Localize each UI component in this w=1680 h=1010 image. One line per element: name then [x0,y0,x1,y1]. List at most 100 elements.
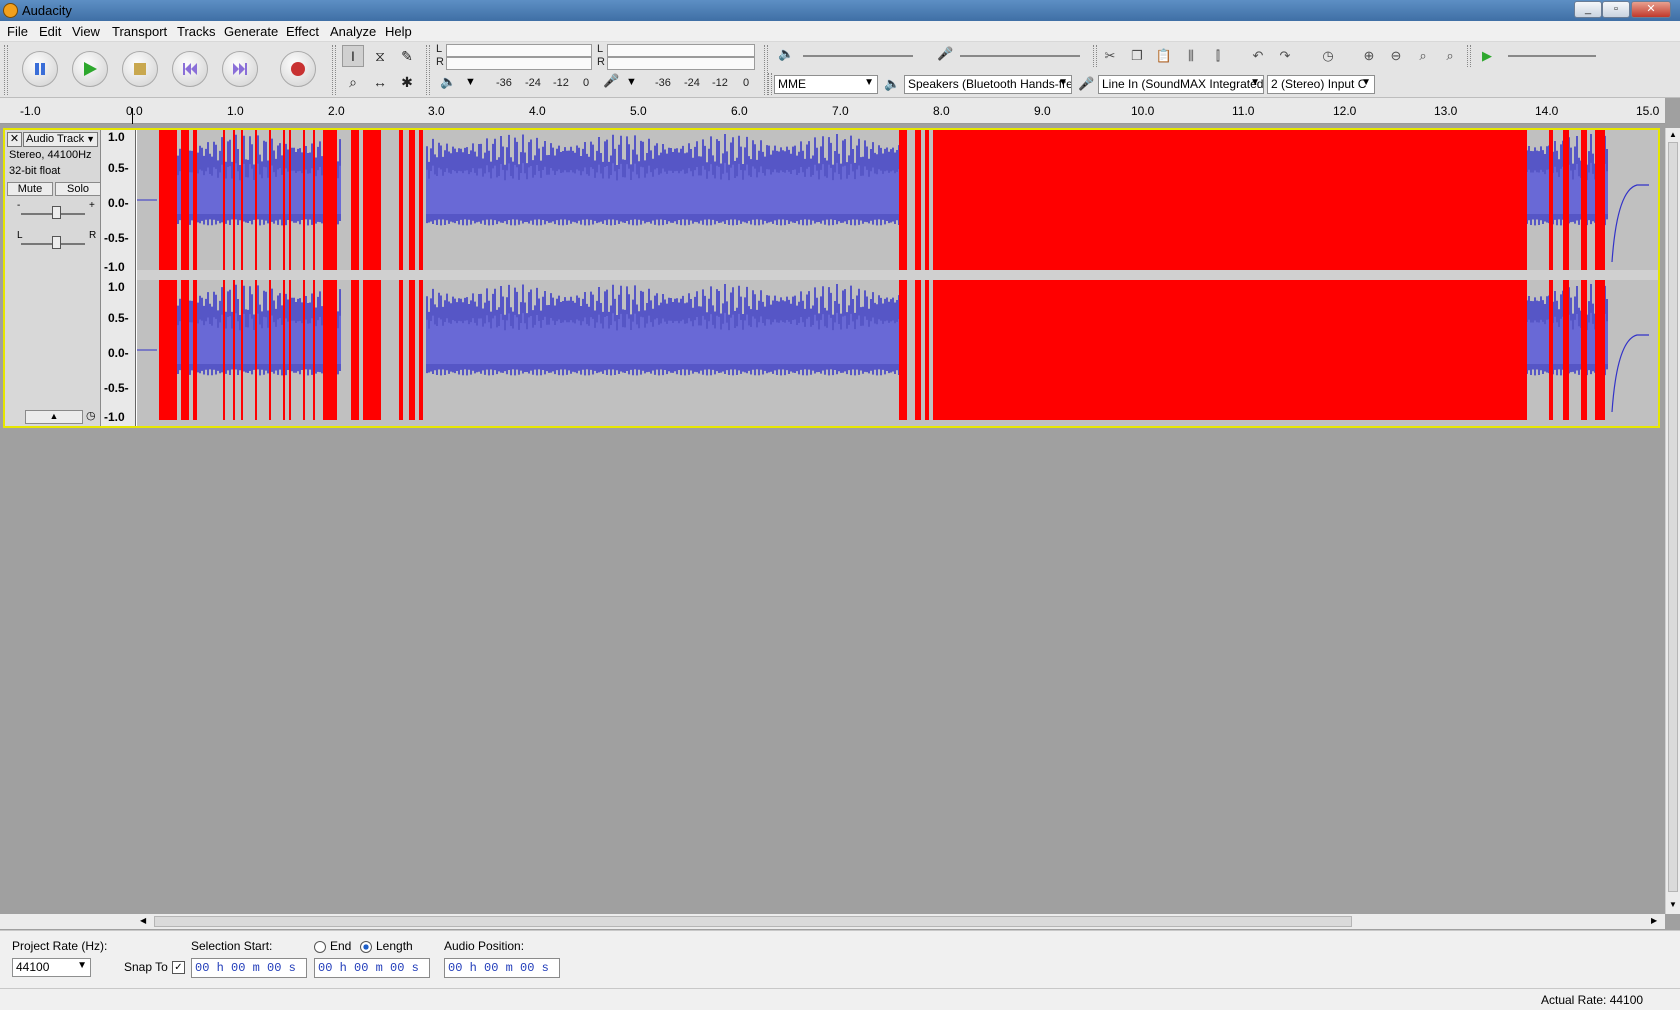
playback-meter-right[interactable] [446,57,592,70]
timeline-ruler[interactable]: -1.0 0.0 1.0 2.0 3.0 4.0 5.0 6.0 7.0 8.0… [0,98,1665,124]
solo-button[interactable]: Solo [55,182,101,196]
trim-button[interactable]: ⫼ [1180,45,1202,67]
menu-view[interactable]: View [72,24,100,39]
ruler-label: 8.0 [933,104,950,118]
clipping-region [323,280,337,420]
vertical-scrollbar[interactable]: ▲ ▼ [1665,128,1680,914]
record-meter-left[interactable] [607,44,755,57]
track-menu-button[interactable]: Audio Track ▼ [23,132,98,147]
play-button[interactable] [72,51,108,87]
project-rate-select[interactable]: 44100 ▼ [12,958,91,977]
play-at-speed-button[interactable]: ▶ [1476,45,1498,67]
output-volume-slider[interactable] [803,55,913,57]
menu-analyze[interactable]: Analyze [330,24,376,39]
menu-generate[interactable]: Generate [224,24,278,39]
ruler-label: 10.0 [1131,104,1155,118]
scroll-left-icon[interactable]: ◀ [140,916,146,925]
pause-button[interactable] [22,51,58,87]
output-device-select[interactable]: Speakers (Bluetooth Hands-fre ▼ [904,75,1072,94]
scroll-right-icon[interactable]: ▶ [1651,916,1657,925]
waveform-display[interactable] [137,130,1658,426]
selection-tool-button[interactable]: I [342,45,364,67]
menu-transport[interactable]: Transport [112,24,167,39]
redo-button[interactable]: ↷ [1274,45,1296,67]
pan-slider-thumb[interactable] [52,236,61,249]
playhead-marker[interactable] [132,108,133,124]
sync-lock-button[interactable]: ◷ [1317,45,1339,67]
audio-host-select[interactable]: MME ▼ [774,75,878,94]
chevron-down-icon: ▼ [1250,77,1260,88]
selection-start-time[interactable]: 00 h 00 m 00 s [191,958,307,978]
clipping-region [159,280,177,420]
skip-to-end-button[interactable] [222,51,258,87]
toolbar-grip[interactable] [1093,45,1097,67]
minimize-button[interactable]: _ [1574,1,1602,18]
output-volume-icon: 🔈 [778,46,795,61]
ruler-label: 0.0 [126,104,143,118]
audio-track[interactable]: ✕ Audio Track ▼ Stereo, 44100Hz 32-bit fl… [3,128,1660,428]
copy-button[interactable]: ❐ [1126,45,1148,67]
maximize-button[interactable]: ▫ [1602,1,1630,18]
input-device-select[interactable]: Line In (SoundMAX Integrated ▼ [1098,75,1264,94]
playback-meter-left[interactable] [446,44,592,57]
record-meter-right[interactable] [607,57,755,70]
menu-help[interactable]: Help [385,24,412,39]
chevron-down-icon: ▼ [86,134,95,144]
mute-button[interactable]: Mute [7,182,53,196]
gain-slider-thumb[interactable] [52,206,61,219]
input-volume-slider[interactable] [960,55,1080,57]
scroll-down-icon[interactable]: ▼ [1669,900,1677,909]
skip-to-start-button[interactable] [172,51,208,87]
record-meter-menu-arrow[interactable]: ▼ [626,76,637,88]
fit-selection-button[interactable]: ⌕ [1412,45,1434,67]
selection-length-time[interactable]: 00 h 00 m 00 s [314,958,430,978]
paste-button[interactable]: 📋 [1153,45,1175,67]
draw-tool-button[interactable]: ✎ [396,45,418,67]
menu-effect[interactable]: Effect [286,24,319,39]
collapse-track-button[interactable]: ▲ [25,410,83,424]
silence-button[interactable]: ⫿ [1207,45,1229,67]
toolbar-grip[interactable] [768,73,772,95]
fit-project-button[interactable]: ⌕ [1439,45,1461,67]
horizontal-scrollbar[interactable]: ◀ ▶ [0,914,1665,929]
timeshift-tool-button[interactable]: ↔ [369,71,391,93]
scroll-up-icon[interactable]: ▲ [1669,130,1677,139]
ruler-label: 2.0 [328,104,345,118]
close-button[interactable]: ✕ [1631,1,1671,18]
snap-to-checkbox[interactable]: ✓ [172,961,185,974]
toolbar-grip[interactable] [332,45,336,95]
toolbar-grip[interactable] [1467,45,1471,67]
multi-tool-button[interactable]: ✱ [396,71,418,93]
envelope-tool-button[interactable]: ⧖ [369,45,391,67]
audio-position-time[interactable]: 00 h 00 m 00 s [444,958,560,978]
menu-file[interactable]: File [7,24,28,39]
horizontal-scrollbar-thumb[interactable] [154,916,1352,927]
cut-button[interactable]: ✂ [1099,45,1121,67]
zoom-tool-button[interactable]: ⌕ [342,71,364,93]
record-button[interactable] [280,51,316,87]
close-track-button[interactable]: ✕ [7,132,22,147]
playback-scale-36: -36 [496,77,512,89]
toolbar-grip[interactable] [426,45,430,95]
fit-selection-icon: ⌕ [1419,48,1427,63]
clipping-region [925,280,929,420]
end-radio[interactable] [314,941,326,953]
playback-meter-menu-arrow[interactable]: ▼ [465,76,476,88]
playback-speed-slider[interactable] [1508,55,1596,57]
clipping-region [915,280,921,420]
vertical-scrollbar-thumb[interactable] [1668,142,1678,892]
zoom-in-button[interactable]: ⊕ [1358,45,1380,67]
menu-edit[interactable]: Edit [39,24,61,39]
magnifier-icon: ⌕ [349,73,357,90]
toolbar-grip[interactable] [4,45,8,95]
ruler-label: -1.0 [20,104,41,118]
undo-button[interactable]: ↶ [1247,45,1269,67]
zoom-out-button[interactable]: ⊖ [1385,45,1407,67]
ruler-label: 3.0 [428,104,445,118]
vertical-scale[interactable]: 1.0 0.5- 0.0- -0.5- -1.0 1.0 0.5- 0.0- -… [101,130,136,426]
length-radio[interactable] [360,941,372,953]
length-label: Length [376,939,413,953]
stop-button[interactable] [122,51,158,87]
menu-tracks[interactable]: Tracks [177,24,216,39]
input-channels-select[interactable]: 2 (Stereo) Input C ▼ [1267,75,1375,94]
